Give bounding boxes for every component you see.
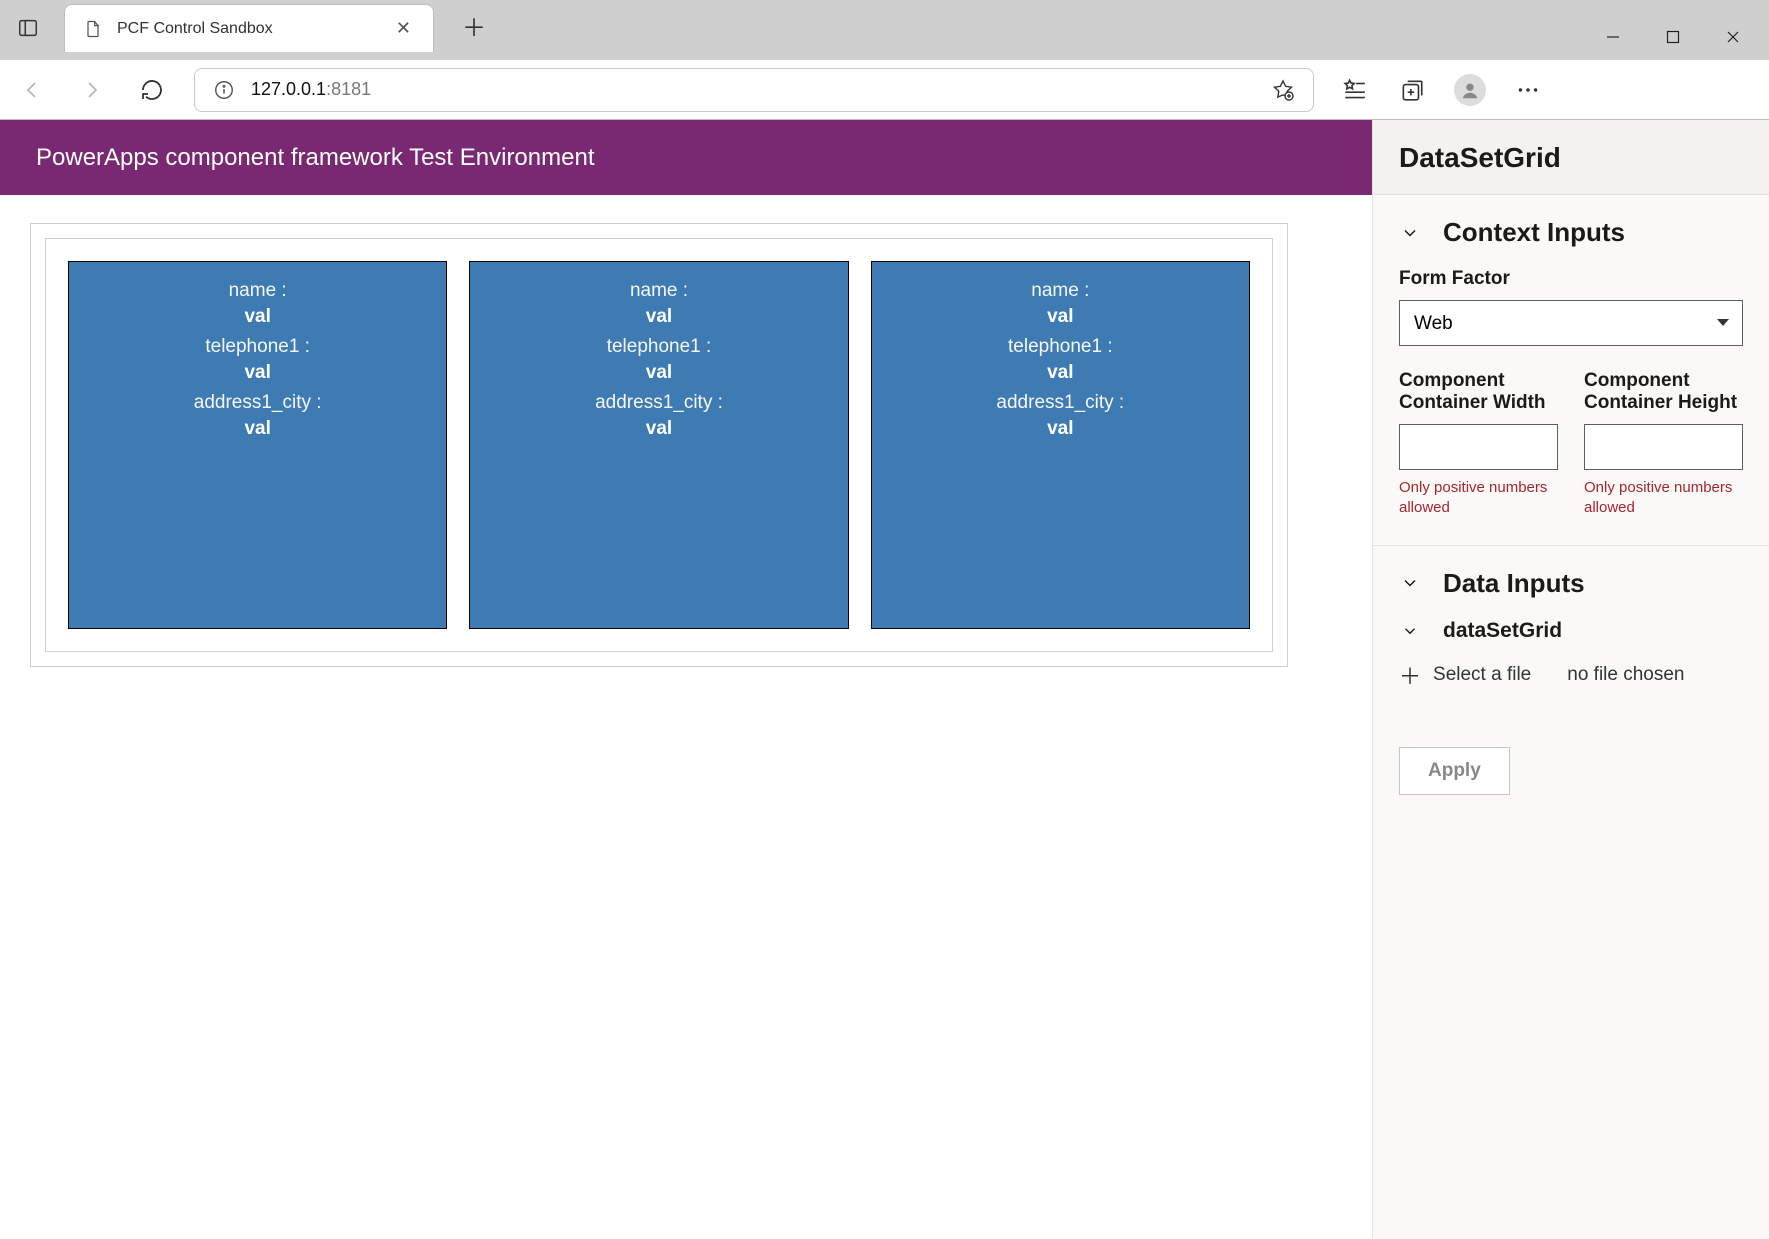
address-bar[interactable]: 127.0.0.1:8181: [194, 68, 1314, 112]
window-controls: [1583, 14, 1769, 60]
container-width-label: Component Container Width: [1399, 370, 1558, 414]
control-host-outer: name : val telephone1 : val address1_cit…: [30, 223, 1288, 667]
data-card[interactable]: name : val telephone1 : val address1_cit…: [68, 261, 447, 629]
close-window-button[interactable]: [1703, 14, 1763, 60]
page-title: PowerApps component framework Test Envir…: [0, 120, 1372, 195]
close-tab-icon[interactable]: ✕: [392, 14, 415, 43]
no-file-text: no file chosen: [1567, 664, 1684, 686]
field-label: name :: [872, 280, 1249, 302]
tab-actions-button[interactable]: [8, 8, 48, 48]
field-value: val: [470, 306, 847, 328]
field-value: val: [872, 362, 1249, 384]
tab-title: PCF Control Sandbox: [117, 20, 378, 38]
field-value: val: [470, 418, 847, 440]
profile-button[interactable]: [1454, 74, 1486, 106]
form-factor-label: Form Factor: [1399, 268, 1743, 290]
form-factor-select[interactable]: Web: [1399, 300, 1743, 346]
minimize-button[interactable]: [1583, 14, 1643, 60]
refresh-button[interactable]: [134, 72, 170, 108]
site-info-icon[interactable]: [213, 79, 235, 101]
field-value: val: [69, 362, 446, 384]
browser-toolbar: 127.0.0.1:8181: [0, 60, 1769, 120]
container-height-input[interactable]: [1584, 424, 1743, 470]
field-value: val: [872, 306, 1249, 328]
select-file-button[interactable]: Select a file: [1433, 664, 1531, 686]
avatar-icon: [1454, 74, 1486, 106]
field-label: address1_city :: [69, 392, 446, 414]
field-label: telephone1 :: [69, 336, 446, 358]
plus-icon: ＋: [1399, 659, 1421, 691]
url-text: 127.0.0.1:8181: [251, 79, 371, 100]
chevron-down-icon: [1399, 620, 1421, 642]
apply-button[interactable]: Apply: [1399, 747, 1510, 795]
new-tab-button[interactable]: ＋: [454, 5, 494, 45]
panel-title: DataSetGrid: [1373, 120, 1769, 195]
height-error-text: Only positive numbers allowed: [1584, 478, 1743, 519]
section-header-data-inputs[interactable]: Data Inputs: [1399, 568, 1743, 599]
data-card[interactable]: name : val telephone1 : val address1_cit…: [871, 261, 1250, 629]
favorite-icon[interactable]: [1271, 78, 1295, 102]
field-value: val: [470, 362, 847, 384]
field-label: address1_city :: [470, 392, 847, 414]
browser-tab[interactable]: PCF Control Sandbox ✕: [64, 4, 434, 52]
field-value: val: [872, 418, 1249, 440]
forward-button[interactable]: [74, 72, 110, 108]
section-header-context-inputs[interactable]: Context Inputs: [1399, 217, 1743, 248]
page-icon: [83, 19, 103, 39]
field-value: val: [69, 306, 446, 328]
width-error-text: Only positive numbers allowed: [1399, 478, 1558, 519]
field-label: telephone1 :: [872, 336, 1249, 358]
chevron-down-icon: [1399, 572, 1421, 594]
field-label: address1_city :: [872, 392, 1249, 414]
chevron-down-icon: [1399, 222, 1421, 244]
container-width-input[interactable]: [1399, 424, 1558, 470]
collections-icon[interactable]: [1396, 74, 1428, 106]
container-height-label: Component Container Height: [1584, 370, 1743, 414]
data-card[interactable]: name : val telephone1 : val address1_cit…: [469, 261, 848, 629]
maximize-button[interactable]: [1643, 14, 1703, 60]
control-host-inner: name : val telephone1 : val address1_cit…: [45, 238, 1273, 652]
field-label: name :: [470, 280, 847, 302]
field-label: name :: [69, 280, 446, 302]
favorites-list-icon[interactable]: [1338, 74, 1370, 106]
browser-titlebar: PCF Control Sandbox ✕ ＋: [0, 0, 1769, 60]
back-button[interactable]: [14, 72, 50, 108]
field-value: val: [69, 418, 446, 440]
dataset-header[interactable]: dataSetGrid: [1399, 619, 1743, 643]
field-label: telephone1 :: [470, 336, 847, 358]
more-menu-icon[interactable]: [1512, 74, 1544, 106]
properties-panel: DataSetGrid Context Inputs Form Factor W…: [1372, 120, 1769, 1239]
